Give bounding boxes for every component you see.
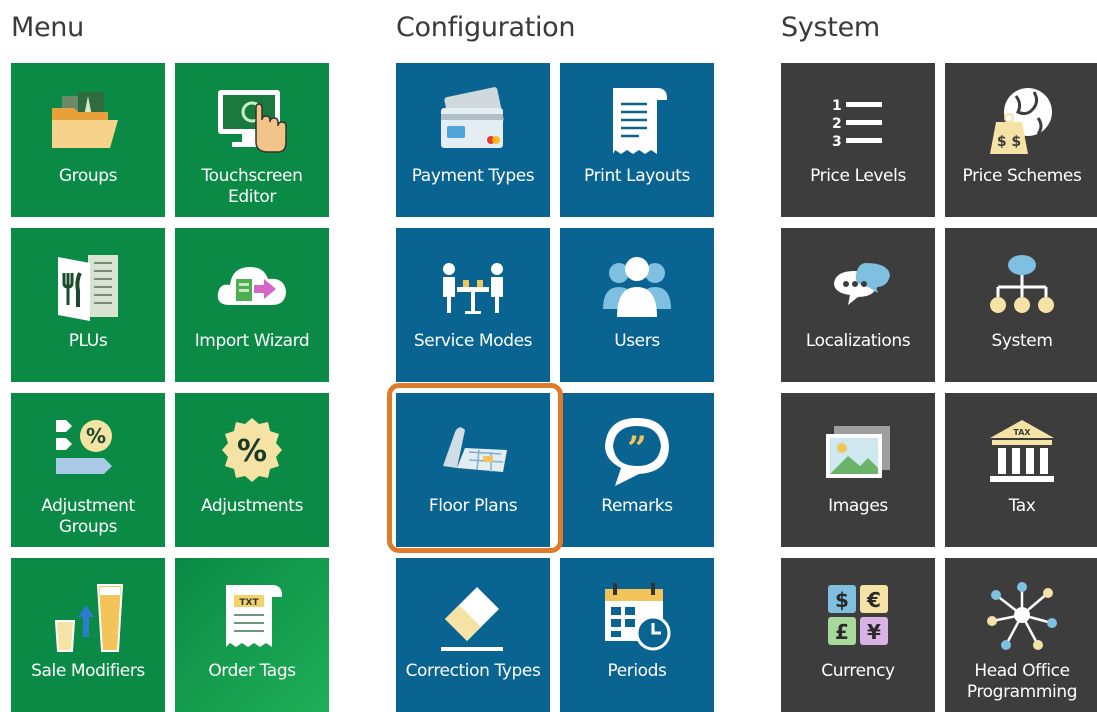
tile-print-layouts[interactable]: Print Layouts	[560, 63, 714, 217]
credit-card-icon	[431, 80, 515, 164]
tile-system[interactable]: System	[945, 228, 1097, 382]
tile-label: Localizations	[805, 331, 911, 351]
numbered-list-icon: 1 2 3	[816, 80, 900, 164]
tile-label: Adjustment Groups	[41, 496, 135, 537]
section-title-configuration: Configuration	[396, 12, 576, 43]
tile-import-wizard[interactable]: Import Wizard	[175, 228, 329, 382]
system-section: 1 2 3 Price Levels $ $ Price Schemes Loc…	[781, 63, 1097, 712]
svg-text:%: %	[86, 424, 106, 448]
tile-currency[interactable]: $ € £ ¥ Currency	[781, 558, 935, 712]
tile-localizations[interactable]: Localizations	[781, 228, 935, 382]
tile-label: Head Office Programming	[966, 661, 1078, 702]
tax-sign-text: TAX	[1013, 428, 1031, 437]
percent-badge-icon: %	[210, 410, 294, 494]
svg-text:%: %	[237, 434, 267, 469]
tile-label: Floor Plans	[428, 496, 518, 516]
tile-plus[interactable]: PLUs	[11, 228, 165, 382]
tile-remarks[interactable]: ” Remarks	[560, 393, 714, 547]
tile-adjustment-groups[interactable]: % Adjustment Groups	[11, 393, 165, 547]
tile-groups[interactable]: Groups	[11, 63, 165, 217]
cloud-import-icon	[210, 245, 294, 329]
tile-label: Periods	[607, 661, 667, 681]
glasses-icon	[46, 575, 130, 659]
receipt-txt-icon: TXT	[210, 575, 294, 659]
tile-label: Groups	[58, 166, 118, 186]
svg-text:”: ”	[627, 429, 647, 469]
tile-order-tags[interactable]: TXT Order Tags	[175, 558, 329, 712]
section-title-menu: Menu	[11, 12, 84, 43]
section-title-system: System	[781, 12, 880, 43]
floor-plan-icon	[431, 410, 515, 494]
dining-table-icon	[431, 245, 515, 329]
tile-label: Users	[614, 331, 660, 351]
configuration-section: Payment Types Print Layouts Service Mode…	[396, 63, 716, 712]
eraser-icon	[431, 575, 515, 659]
network-icon	[980, 575, 1064, 659]
org-chart-icon	[980, 245, 1064, 329]
tile-sale-modifiers[interactable]: Sale Modifiers	[11, 558, 165, 712]
touchscreen-icon	[210, 80, 294, 164]
price-tag-text: $ $	[997, 134, 1021, 150]
tile-touchscreen-editor[interactable]: Touchscreen Editor	[175, 63, 329, 217]
txt-tag-text: TXT	[239, 598, 259, 608]
users-icon	[595, 245, 679, 329]
tile-label: Price Schemes	[962, 166, 1082, 186]
tile-label: Images	[828, 496, 888, 516]
tile-label: System	[991, 331, 1053, 351]
tile-label: Currency	[821, 661, 895, 681]
tile-periods[interactable]: Periods	[560, 558, 714, 712]
tile-label: Touchscreen Editor	[201, 166, 303, 207]
chat-bubbles-icon	[816, 245, 900, 329]
tile-label: Sale Modifiers	[31, 661, 145, 681]
tile-label: Print Layouts	[584, 166, 690, 186]
tile-floor-plans[interactable]: Floor Plans	[396, 393, 550, 547]
tile-label: PLUs	[68, 331, 108, 351]
tile-label: Import Wizard	[194, 331, 310, 351]
currency-icon: $ € £ ¥	[816, 575, 900, 659]
euro-symbol: €	[866, 588, 881, 612]
menu-section: Groups Touchscreen Editor PLUs Import Wi…	[11, 63, 331, 712]
tile-correction-types[interactable]: Correction Types	[396, 558, 550, 712]
images-icon	[816, 410, 900, 494]
tile-head-office-programming[interactable]: Head Office Programming	[945, 558, 1097, 712]
tile-tax[interactable]: TAX Tax	[945, 393, 1097, 547]
tile-label: Price Levels	[810, 166, 906, 186]
dollar-symbol: $	[835, 588, 849, 612]
tile-users[interactable]: Users	[560, 228, 714, 382]
calendar-clock-icon	[595, 575, 679, 659]
tile-images[interactable]: Images	[781, 393, 935, 547]
tile-adjustments[interactable]: % Adjustments	[175, 393, 329, 547]
tile-label: Adjustments	[200, 496, 304, 516]
tile-label: Correction Types	[405, 661, 541, 681]
tile-label: Service Modes	[413, 331, 533, 351]
list-number-2: 2	[832, 116, 842, 132]
folder-icon	[46, 80, 130, 164]
tile-price-levels[interactable]: 1 2 3 Price Levels	[781, 63, 935, 217]
list-number-1: 1	[832, 98, 842, 114]
tile-label: Order Tags	[208, 661, 296, 681]
tile-payment-types[interactable]: Payment Types	[396, 63, 550, 217]
tags-percent-icon: %	[46, 410, 130, 494]
globe-price-icon: $ $	[980, 80, 1064, 164]
tile-label: Payment Types	[411, 166, 535, 186]
pound-symbol: £	[835, 620, 849, 644]
speech-bubble-icon: ”	[595, 410, 679, 494]
tile-price-schemes[interactable]: $ $ Price Schemes	[945, 63, 1097, 217]
list-number-3: 3	[832, 134, 842, 150]
tile-label: Tax	[1008, 496, 1036, 516]
yen-symbol: ¥	[867, 620, 881, 644]
receipt-icon	[595, 80, 679, 164]
tile-label: Remarks	[601, 496, 673, 516]
menu-book-icon	[46, 245, 130, 329]
tile-service-modes[interactable]: Service Modes	[396, 228, 550, 382]
tax-building-icon: TAX	[980, 410, 1064, 494]
